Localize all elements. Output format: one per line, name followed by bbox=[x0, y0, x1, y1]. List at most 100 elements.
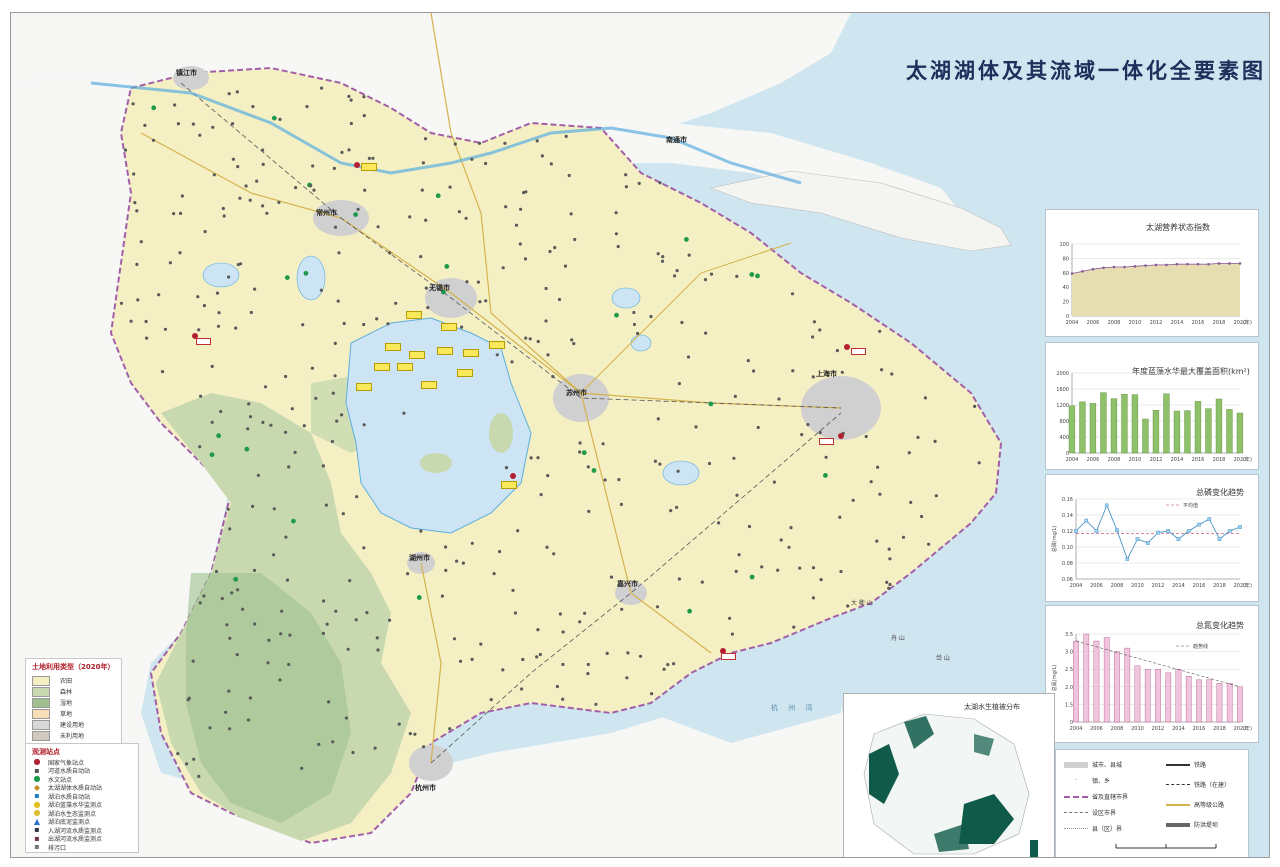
bar bbox=[1124, 647, 1131, 723]
station-point bbox=[176, 752, 180, 756]
station-point bbox=[453, 142, 457, 146]
station-point bbox=[235, 90, 239, 94]
bar bbox=[1185, 675, 1192, 723]
station-point bbox=[578, 620, 582, 624]
swatch bbox=[32, 675, 50, 686]
station-point bbox=[253, 287, 257, 291]
station-point bbox=[923, 396, 928, 400]
data-point bbox=[1081, 270, 1084, 273]
x-tick-label: 2010 bbox=[1129, 457, 1142, 463]
station-point bbox=[202, 594, 206, 598]
station-point bbox=[362, 546, 366, 550]
bar bbox=[1144, 669, 1151, 723]
station-point bbox=[749, 574, 755, 580]
legend-item: ▪ 排污口 bbox=[32, 843, 66, 852]
station-point bbox=[555, 684, 560, 689]
station-point bbox=[791, 369, 795, 373]
y-tick-label: 0.14 bbox=[1062, 513, 1073, 519]
label-hangzhou-bay: 杭 州 湾 bbox=[771, 704, 817, 712]
data-point bbox=[1217, 537, 1222, 541]
station-point bbox=[521, 657, 525, 662]
y-tick-label: 20 bbox=[1063, 300, 1069, 306]
station-point bbox=[335, 419, 339, 423]
station-point bbox=[375, 317, 379, 321]
bar bbox=[1093, 640, 1100, 723]
station-tag bbox=[819, 438, 834, 445]
x-tick-label: 2008 bbox=[1108, 320, 1121, 326]
station-point bbox=[233, 576, 239, 582]
station-point bbox=[730, 632, 735, 636]
station-point bbox=[916, 435, 920, 439]
station-point bbox=[144, 319, 148, 324]
station-point bbox=[684, 237, 689, 242]
station-point bbox=[536, 339, 540, 344]
station-point bbox=[196, 295, 200, 299]
swatch bbox=[32, 719, 50, 730]
station-tag bbox=[397, 363, 413, 371]
station-point bbox=[876, 465, 880, 469]
legend-label: 平均值 bbox=[1183, 502, 1198, 509]
station-point bbox=[322, 599, 326, 603]
x-tick-label: 2004 bbox=[1066, 457, 1079, 463]
station-point bbox=[310, 366, 314, 370]
legend-item: ◆ 太湖湖体水质自动站 bbox=[32, 783, 102, 792]
station-point bbox=[777, 397, 781, 401]
x-unit-label: (年) bbox=[1243, 456, 1252, 463]
station-point bbox=[351, 750, 355, 755]
station-point bbox=[402, 411, 406, 415]
x-tick-label: 2010 bbox=[1129, 320, 1142, 326]
bar bbox=[1152, 409, 1160, 454]
label-zhoushan: 舟 山 bbox=[891, 635, 905, 642]
map-frame: 镇江市 常州市 无锡市 苏州市 上海市 湖州市 嘉兴市 杭州市 南通市 大 衢 … bbox=[10, 12, 1270, 858]
data-point bbox=[1197, 522, 1201, 527]
station-point bbox=[479, 642, 483, 646]
station-point bbox=[707, 461, 712, 466]
station-point bbox=[291, 518, 296, 524]
station-point bbox=[321, 464, 325, 468]
station-point bbox=[558, 612, 563, 616]
station-point bbox=[752, 369, 756, 373]
chart-bloom-area: 年度蓝藻水华最大覆盖面积(km²) 0 400 800 1200 1600 2000 200… bbox=[1045, 342, 1259, 470]
x-tick-label: 2012 bbox=[1152, 726, 1165, 732]
station-point bbox=[789, 526, 793, 530]
station-point bbox=[225, 623, 229, 627]
station-point bbox=[513, 611, 518, 615]
station-point bbox=[356, 207, 360, 211]
station-point bbox=[686, 355, 691, 359]
station-point bbox=[492, 572, 496, 576]
station-point bbox=[444, 545, 448, 549]
y-tick-label: 1.5 bbox=[1065, 702, 1073, 708]
station-point bbox=[572, 342, 576, 346]
station-point bbox=[501, 668, 505, 672]
station-point bbox=[529, 456, 533, 460]
swatch bbox=[32, 697, 50, 708]
station-point bbox=[236, 588, 240, 592]
station-point bbox=[920, 514, 924, 519]
legend-item: ▪ 入湖河流水质监测点 bbox=[32, 826, 102, 835]
data-point bbox=[1176, 537, 1181, 541]
station-point bbox=[132, 172, 136, 176]
legend-title: 观测站点 bbox=[32, 748, 60, 756]
station-point bbox=[546, 474, 550, 478]
station-point bbox=[261, 420, 265, 424]
station-point bbox=[302, 424, 306, 428]
chart-trophic-index: 太湖营养状态指数 0 20 40 60 80 100 2004 2006 2008 2010 201… bbox=[1045, 209, 1259, 337]
station-point bbox=[625, 676, 629, 680]
station-point bbox=[340, 413, 344, 417]
station-point bbox=[300, 766, 304, 770]
station-tag bbox=[463, 349, 479, 357]
station-point bbox=[222, 214, 226, 218]
station-tag bbox=[489, 341, 505, 349]
y-tick-label: 0.16 bbox=[1062, 497, 1073, 503]
station-point bbox=[535, 139, 539, 143]
station-point bbox=[324, 503, 328, 507]
station-point bbox=[677, 382, 682, 386]
station-point bbox=[484, 161, 488, 166]
station-point bbox=[136, 298, 140, 302]
chart-svg: 01.52.02.53.03.52004 2006 2008 2010 2012 2014… bbox=[1051, 632, 1252, 732]
station-point bbox=[504, 205, 508, 209]
station-point bbox=[249, 310, 253, 315]
legend-item: 未利用地 bbox=[32, 730, 84, 741]
y-axis-label: 总氮(mg/L) bbox=[1051, 665, 1058, 691]
bar bbox=[1215, 398, 1223, 454]
